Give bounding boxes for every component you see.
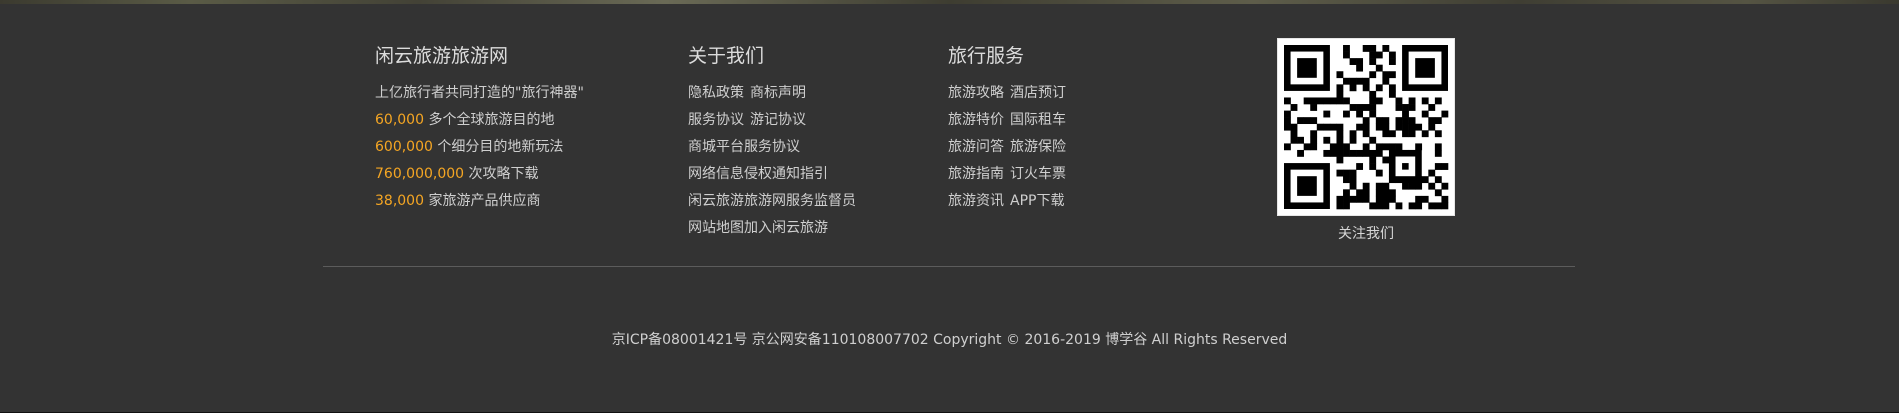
footer-divider (323, 266, 1575, 267)
stat-row: 60,000 多个全球旅游目的地 (375, 107, 584, 134)
about-link-row: 网站地图加入闲云旅游 (688, 215, 856, 242)
stat-text: 次攻略下载 (464, 166, 539, 182)
travel-handbook-link[interactable]: 旅游指南 (948, 166, 1004, 182)
sitemap-join-link[interactable]: 网站地图加入闲云旅游 (688, 220, 828, 236)
copyright-text: 京ICP备08001421号 京公网安备110108007702 Copyrig… (611, 332, 1288, 348)
travel-insurance-link[interactable]: 旅游保险 (1010, 139, 1066, 155)
service-supervisor-link[interactable]: 闲云旅游旅游网服务监督员 (688, 193, 856, 209)
stat-row: 38,000 家旅游产品供应商 (375, 188, 584, 215)
qr-block: 关注我们 (1277, 38, 1455, 244)
infringement-notice-link[interactable]: 网络信息侵权通知指引 (688, 166, 828, 182)
stat-row: 600,000 个细分目的地新玩法 (375, 134, 584, 161)
brand-tagline: 上亿旅行者共同打造的"旅行神器" (375, 85, 584, 101)
brand-title: 闲云旅游旅游网 (375, 45, 509, 67)
travel-deals-link[interactable]: 旅游特价 (948, 112, 1004, 128)
about-title: 关于我们 (688, 45, 765, 67)
about-link-row: 隐私政策 商标声明 (688, 80, 856, 107)
services-link-row: 旅游攻略 酒店预订 (948, 80, 1066, 107)
footer-page: 闲云旅游旅游网 上亿旅行者共同打造的"旅行神器" 60,000 多个全球旅游目的… (0, 0, 1899, 413)
app-download-link[interactable]: APP下载 (1010, 193, 1064, 209)
privacy-policy-link[interactable]: 隐私政策 (688, 85, 744, 101)
stat-text: 多个全球旅游目的地 (424, 112, 555, 128)
services-link-row: 旅游指南 订火车票 (948, 161, 1066, 188)
about-link-row: 商城平台服务协议 (688, 134, 856, 161)
services-link-row: 旅游特价 国际租车 (948, 107, 1066, 134)
stat-number: 38,000 (375, 193, 424, 209)
service-agreement-link[interactable]: 服务协议 (688, 112, 744, 128)
train-ticket-link[interactable]: 订火车票 (1010, 166, 1066, 182)
stat-row: 760,000,000 次攻略下载 (375, 161, 584, 188)
services-link-row: 旅游资讯 APP下载 (948, 188, 1066, 215)
stat-number: 60,000 (375, 112, 424, 128)
about-link-row: 网络信息侵权通知指引 (688, 161, 856, 188)
footer-services-column: 旅行服务 旅游攻略 酒店预订 旅游特价 国际租车 旅游问答 旅游保险 旅游指南 订火车票… (948, 42, 1066, 215)
footer-about-column: 关于我们 隐私政策 商标声明 服务协议 游记协议 商城平台服务协议 网络信息侵权通知… (688, 42, 856, 242)
travel-qa-link[interactable]: 旅游问答 (948, 139, 1004, 155)
hotel-booking-link[interactable]: 酒店预订 (1010, 85, 1066, 101)
services-title: 旅行服务 (948, 45, 1025, 67)
stat-text: 个细分目的地新玩法 (432, 139, 564, 155)
services-link-row: 旅游问答 旅游保险 (948, 134, 1066, 161)
footer-brand-column: 闲云旅游旅游网 上亿旅行者共同打造的"旅行神器" 60,000 多个全球旅游目的… (375, 42, 584, 215)
travel-news-link[interactable]: 旅游资讯 (948, 193, 1004, 209)
background-image-strip (0, 0, 1899, 4)
follow-us-label: 关注我们 (1338, 226, 1394, 242)
stat-number: 600,000 (375, 139, 433, 155)
mall-agreement-link[interactable]: 商城平台服务协议 (688, 139, 800, 155)
about-link-row: 服务协议 游记协议 (688, 107, 856, 134)
qr-code-icon (1277, 38, 1455, 216)
travelogue-agreement-link[interactable]: 游记协议 (750, 112, 806, 128)
stat-number: 760,000,000 (375, 166, 465, 182)
travel-guide-link[interactable]: 旅游攻略 (948, 85, 1004, 101)
about-link-row: 闲云旅游旅游网服务监督员 (688, 188, 856, 215)
car-rental-link[interactable]: 国际租车 (1010, 112, 1066, 128)
trademark-link[interactable]: 商标声明 (750, 85, 806, 101)
stat-text: 家旅游产品供应商 (424, 193, 541, 209)
